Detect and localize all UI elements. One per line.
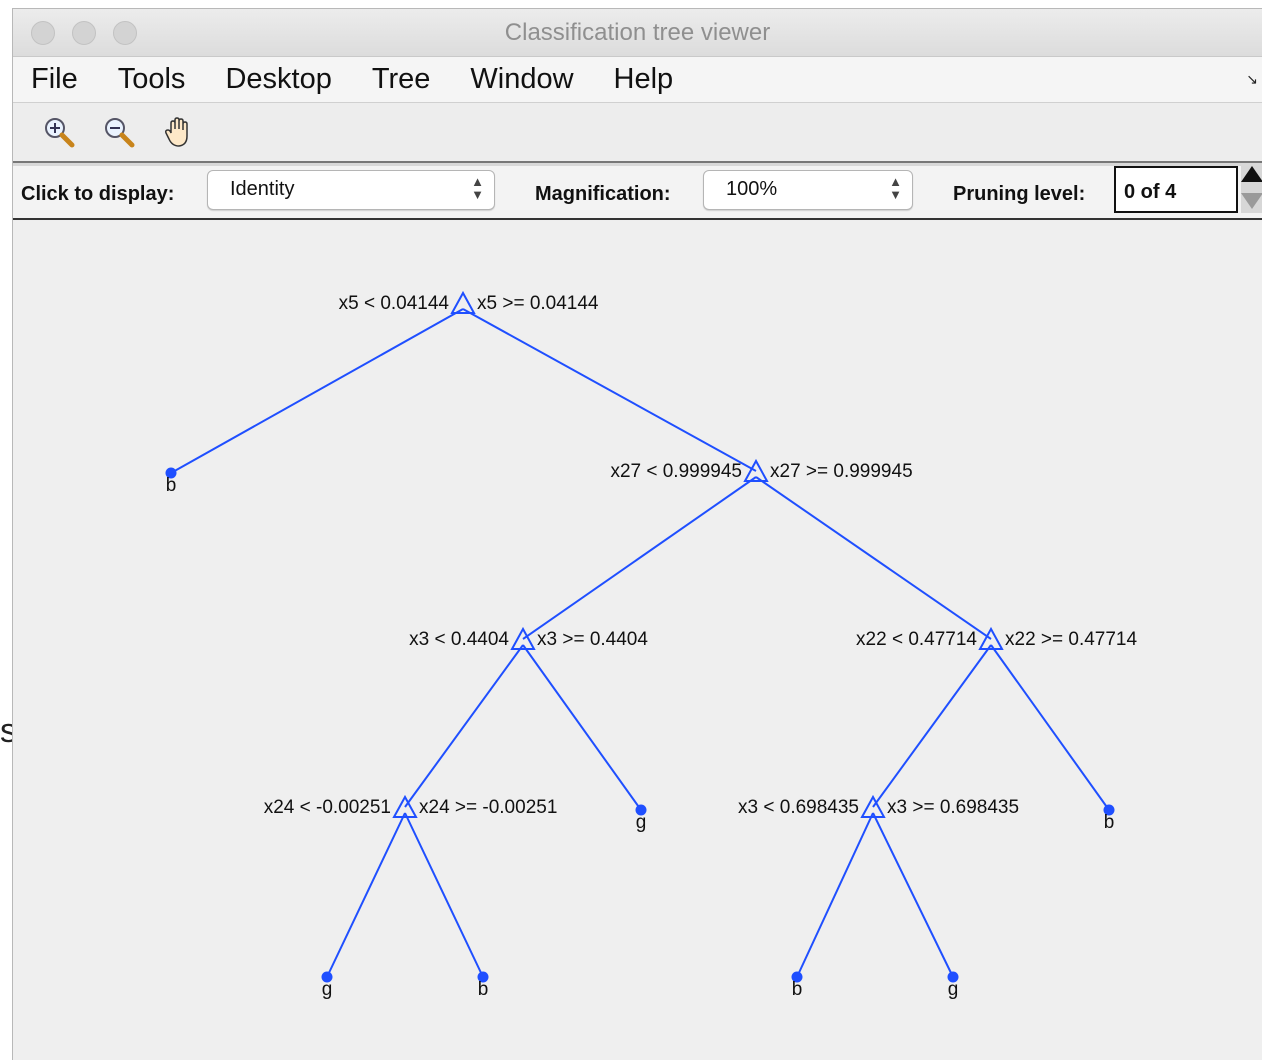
leaf-class-label: b bbox=[166, 475, 177, 496]
tree-canvas[interactable]: x5 < 0.04144 x5 >= 0.04144 x27 < 0.999945 x… bbox=[13, 221, 1262, 1060]
click-to-display-label: Click to display: bbox=[21, 183, 175, 205]
menu-tools[interactable]: Tools bbox=[108, 57, 196, 102]
spinner-down-icon[interactable] bbox=[1241, 193, 1262, 209]
split-rule-left: x3 < 0.4404 bbox=[409, 629, 509, 650]
magnification-label: Magnification: bbox=[535, 183, 671, 205]
window-title: Classification tree viewer bbox=[504, 19, 771, 46]
zoom-in-button[interactable] bbox=[39, 112, 79, 152]
leaf-class-label: g bbox=[322, 979, 333, 1000]
menu-bar: File Tools Desktop Tree Window Help ↘ bbox=[13, 57, 1262, 103]
classification-tree: x5 < 0.04144 x5 >= 0.04144 x27 < 0.999945 x… bbox=[165, 290, 1137, 1000]
split-rule-left: x5 < 0.04144 bbox=[339, 293, 450, 314]
menu-help[interactable]: Help bbox=[604, 57, 684, 102]
split-rule-left: x27 < 0.999945 bbox=[610, 461, 742, 482]
leaf-class-label: b bbox=[478, 979, 489, 1000]
zoom-out-button[interactable] bbox=[99, 112, 139, 152]
leaf-class-label: b bbox=[1104, 812, 1115, 833]
zoom-out-icon bbox=[105, 118, 135, 148]
tree-edge bbox=[170, 308, 464, 474]
tree-edge bbox=[872, 812, 954, 978]
leaf-class-label: b bbox=[792, 979, 803, 1000]
menu-file[interactable]: File bbox=[21, 57, 88, 102]
magnification-select[interactable]: 100% ▲ ▼ bbox=[703, 170, 913, 210]
pruning-level-spinner[interactable] bbox=[1241, 166, 1262, 213]
tree-edge bbox=[404, 812, 484, 978]
split-rule-right: x24 >= -0.00251 bbox=[419, 797, 557, 818]
split-rule-right: x27 >= 0.999945 bbox=[770, 461, 913, 482]
click-to-display-select[interactable]: Identity ▲ ▼ bbox=[207, 170, 495, 210]
pan-button[interactable] bbox=[159, 112, 199, 152]
menu-tree[interactable]: Tree bbox=[362, 57, 441, 102]
split-rule-right: x3 >= 0.4404 bbox=[537, 629, 648, 650]
select-arrows-icon: ▲ ▼ bbox=[471, 174, 484, 202]
menu-desktop[interactable]: Desktop bbox=[215, 57, 341, 102]
tree-edge bbox=[990, 644, 1110, 811]
tree-edge bbox=[326, 812, 406, 978]
split-rule-left: x3 < 0.698435 bbox=[738, 797, 859, 818]
split-rule-right: x22 >= 0.47714 bbox=[1005, 629, 1137, 650]
select-arrows-icon: ▲ ▼ bbox=[889, 174, 902, 202]
title-bar: Classification tree viewer bbox=[13, 9, 1262, 57]
split-rule-left: x22 < 0.47714 bbox=[856, 629, 977, 650]
pruning-level-label: Pruning level: bbox=[953, 183, 1086, 205]
magnification-value: 100% bbox=[726, 178, 778, 200]
controls-bar: Click to display: Identity ▲ ▼ Magnificat… bbox=[13, 163, 1262, 220]
split-rule-right: x5 >= 0.04144 bbox=[477, 293, 599, 314]
pan-hand-icon bbox=[165, 117, 188, 147]
click-to-display-value: Identity bbox=[230, 178, 295, 200]
menu-window[interactable]: Window bbox=[460, 57, 583, 102]
tree-edge bbox=[404, 644, 524, 808]
tree-edge bbox=[755, 476, 992, 640]
leaf-class-label: g bbox=[636, 812, 647, 833]
tree-edge bbox=[462, 308, 757, 472]
tree-edge bbox=[872, 644, 992, 808]
tree-viewer-window: Classification tree viewer File Tools De… bbox=[12, 8, 1262, 1060]
toolbar bbox=[13, 103, 1262, 163]
pruning-level-value: 0 of 4 bbox=[1124, 181, 1177, 203]
spinner-up-icon[interactable] bbox=[1241, 166, 1262, 182]
tree-edge bbox=[522, 476, 757, 640]
arrow-icon[interactable]: ↘ bbox=[1246, 71, 1258, 88]
stray-text-fragment: s bbox=[0, 712, 12, 750]
zoom-in-icon bbox=[45, 118, 75, 148]
tree-edge bbox=[522, 644, 642, 811]
leaf-class-label: g bbox=[948, 979, 959, 1000]
split-rule-right: x3 >= 0.698435 bbox=[887, 797, 1019, 818]
split-rule-left: x24 < -0.00251 bbox=[264, 797, 391, 818]
pruning-level-field[interactable]: 0 of 4 bbox=[1114, 166, 1238, 213]
tree-edge bbox=[796, 812, 874, 978]
